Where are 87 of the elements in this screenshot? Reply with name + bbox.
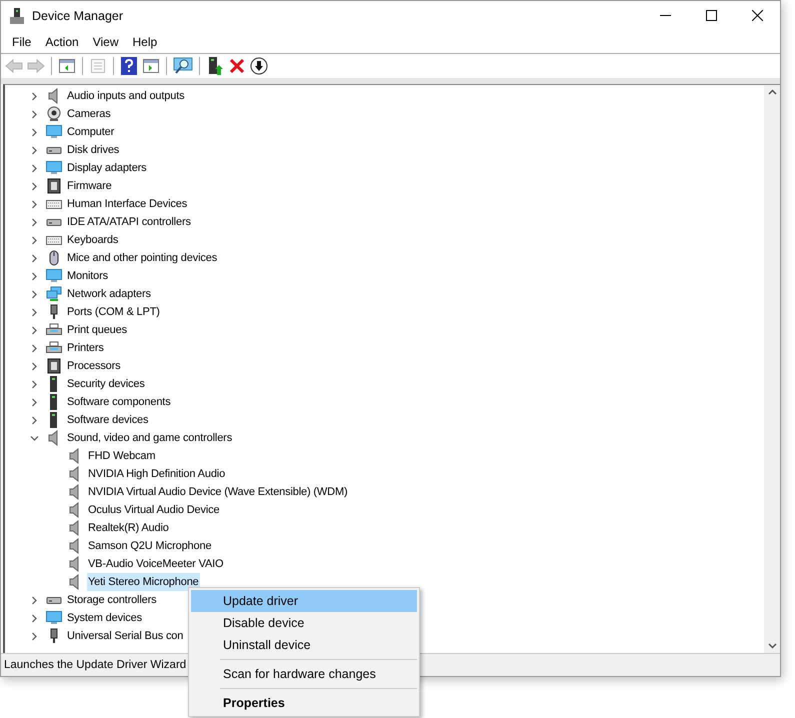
menu-item[interactable]: Scan for hardware changes (191, 663, 417, 685)
chevron-right-icon[interactable] (30, 398, 39, 406)
chevron-right-icon[interactable] (30, 344, 39, 352)
menu-item[interactable]: Update driver (191, 590, 417, 612)
menu-item[interactable]: File (5, 35, 38, 49)
status-text: Launches the Update Driver Wizard (4, 659, 186, 671)
chevron-right-icon[interactable] (30, 236, 39, 244)
drive-icon (46, 146, 62, 154)
tree-item[interactable]: Sound, video and game controllers (66, 429, 234, 447)
tree-item[interactable]: Software components (66, 393, 172, 411)
chevron-right-icon[interactable] (30, 272, 39, 280)
menu-item[interactable]: Uninstall device (191, 634, 417, 656)
webcam-icon (46, 106, 62, 122)
tree-item[interactable]: Storage controllers (66, 591, 158, 609)
tree-item[interactable]: Audio inputs and outputs (66, 87, 186, 105)
tree-item[interactable]: Realtek(R) Audio (87, 519, 170, 537)
tree-item[interactable]: Disk drives (66, 141, 120, 159)
tree-item[interactable]: VB-Audio VoiceMeeter VAIO (87, 555, 224, 573)
chevron-right-icon[interactable] (30, 380, 39, 388)
chevron-right-icon[interactable] (30, 632, 39, 640)
chevron-right-icon[interactable] (30, 200, 39, 208)
tree-item[interactable]: Display adapters (66, 159, 148, 177)
chip-icon (46, 178, 62, 194)
chevron-right-icon[interactable] (30, 614, 39, 622)
tree-item[interactable]: Yeti Stereo Microphone (87, 573, 200, 591)
monitor-icon (46, 268, 62, 284)
chip-icon (46, 358, 62, 374)
tree-item[interactable]: Keyboards (66, 231, 120, 249)
monitor-icon (46, 124, 62, 140)
menu-item[interactable]: Disable device (191, 612, 417, 634)
chevron-right-icon[interactable] (30, 596, 39, 604)
tree-item[interactable]: FHD Webcam (87, 447, 156, 465)
window-title: Device Manager (32, 9, 124, 23)
chevron-right-icon[interactable] (30, 128, 39, 136)
tree-item[interactable]: Processors (66, 357, 122, 375)
chevron-right-icon[interactable] (30, 92, 39, 100)
tree-item[interactable]: Ports (COM & LPT) (66, 303, 161, 321)
menu-item[interactable]: View (86, 35, 126, 49)
chevron-right-icon[interactable] (30, 362, 39, 370)
drive-icon (46, 596, 62, 604)
chevron-right-icon[interactable] (30, 164, 39, 172)
tree-item[interactable]: Network adapters (66, 285, 152, 303)
tree-item[interactable]: Human Interface Devices (66, 195, 188, 213)
help-icon[interactable] (118, 55, 140, 77)
tree-item[interactable]: Printers (66, 339, 105, 357)
tree-item[interactable]: IDE ATA/ATAPI controllers (66, 213, 192, 231)
chevron-right-icon[interactable] (30, 254, 39, 262)
tree-item[interactable]: NVIDIA Virtual Audio Device (Wave Extensible) (WDM) (87, 483, 348, 501)
drive-icon (46, 218, 62, 226)
chevron-right-icon[interactable] (30, 416, 39, 424)
tree-item[interactable]: Security devices (66, 375, 146, 393)
tree-item[interactable]: Monitors (66, 267, 109, 285)
tree-item[interactable]: NVIDIA High Definition Audio (87, 465, 226, 483)
chevron-right-icon[interactable] (30, 326, 39, 334)
tree-item[interactable]: Oculus Virtual Audio Device (87, 501, 220, 519)
tree-item[interactable]: Firmware (66, 177, 113, 195)
menu-item[interactable]: Action (38, 35, 86, 49)
scroll-down-icon[interactable] (768, 643, 776, 649)
tree-item[interactable]: Samson Q2U Microphone (87, 537, 212, 555)
monitor-icon (46, 160, 62, 176)
tree-item[interactable]: Mice and other pointing devices (66, 249, 218, 267)
network-icon (46, 286, 62, 302)
menu-item[interactable]: Help (126, 35, 164, 49)
chevron-right-icon[interactable] (30, 308, 39, 316)
chevron-right-icon[interactable] (30, 218, 39, 226)
chevron-right-icon[interactable] (30, 110, 39, 118)
close-icon (752, 10, 762, 21)
chevron-right-icon[interactable] (30, 182, 39, 190)
menu-item[interactable]: Properties (191, 692, 417, 714)
tower-icon (10, 8, 24, 24)
tree-item[interactable]: Software devices (66, 411, 150, 429)
tree-item[interactable]: Print queues (66, 321, 128, 339)
tree-item[interactable]: System devices (66, 609, 143, 627)
down-arrow-icon[interactable] (248, 55, 270, 77)
chevron-right-icon[interactable] (30, 290, 39, 298)
maximize-icon (706, 10, 716, 21)
minimize-icon (660, 15, 670, 16)
monitor-icon (46, 610, 62, 626)
printer-icon (46, 322, 62, 338)
tree-item[interactable]: Cameras (66, 105, 112, 123)
tree-item[interactable]: Computer (66, 123, 116, 141)
tree-item[interactable]: Universal Serial Bus con (66, 627, 184, 645)
printer-icon (46, 340, 62, 356)
chevron-right-icon[interactable] (30, 146, 39, 154)
scrollbar[interactable] (764, 85, 780, 653)
chevron-down-icon[interactable] (30, 434, 39, 442)
scroll-up-icon[interactable] (768, 89, 776, 95)
